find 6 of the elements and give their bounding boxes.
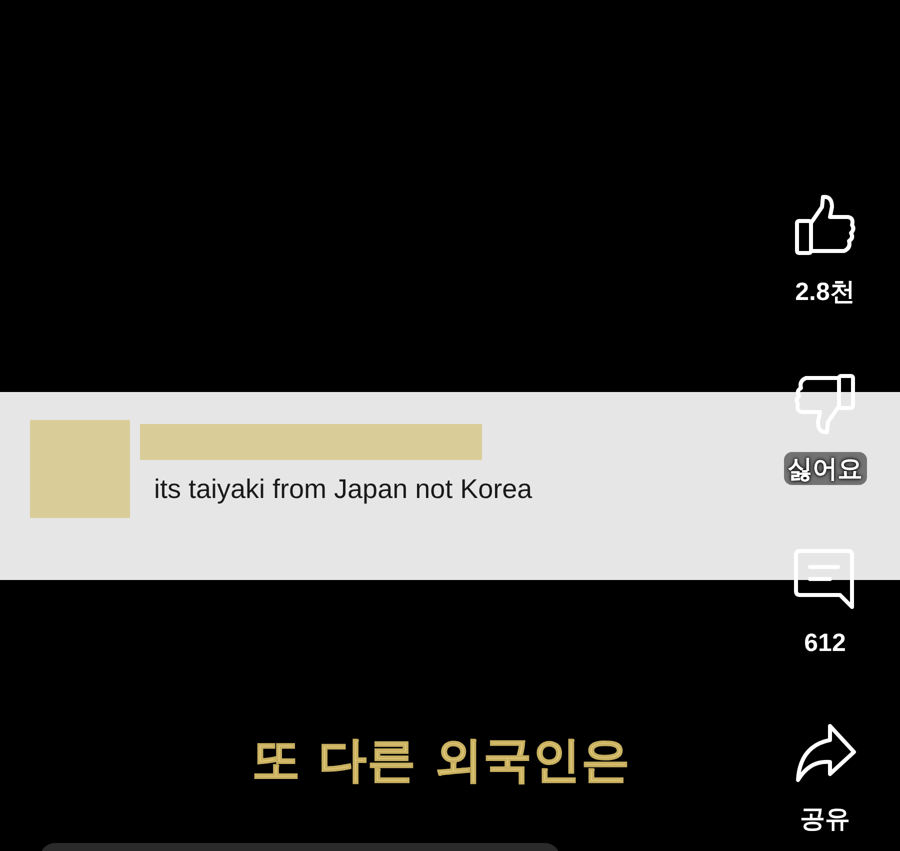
- like-button[interactable]: 2.8천: [791, 193, 859, 308]
- share-button[interactable]: 공유: [792, 720, 858, 835]
- dislike-button[interactable]: 싫어요: [784, 370, 866, 485]
- comment-button[interactable]: 612: [792, 547, 858, 658]
- comment-text: its taiyaki from Japan not Korea: [154, 474, 532, 505]
- video-caption: 또 다른 외국인은: [252, 731, 630, 790]
